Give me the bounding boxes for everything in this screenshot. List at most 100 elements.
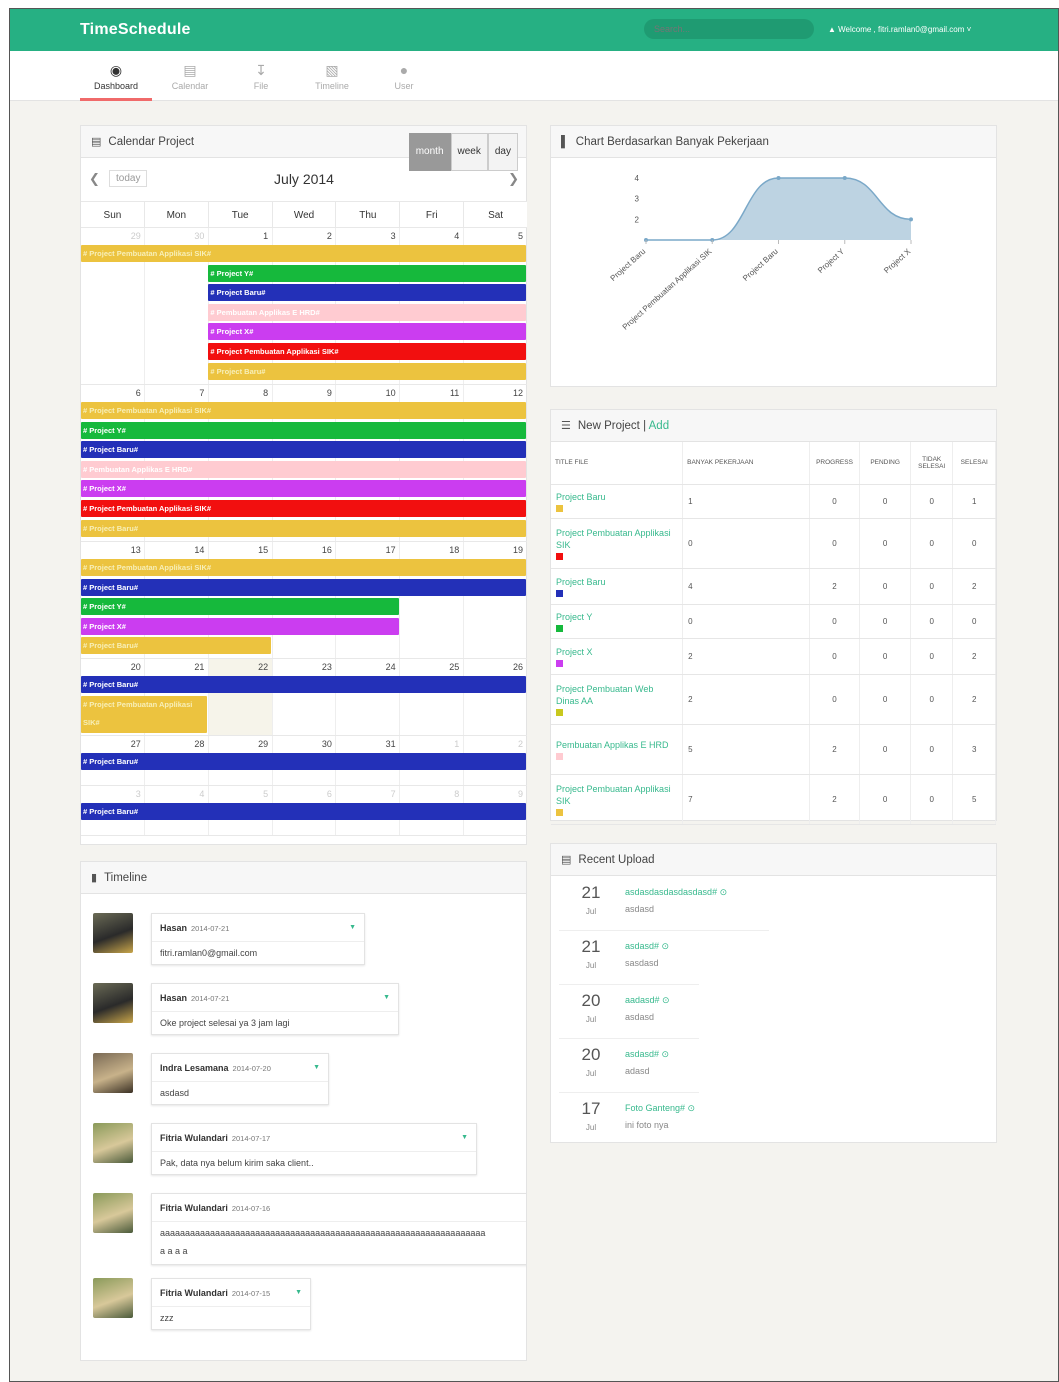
calendar-event[interactable]: # Project Y# (208, 264, 526, 282)
upload-day: 21 (581, 883, 601, 902)
upload-name-link[interactable]: asdasd# ⊙ (625, 941, 669, 952)
project-row[interactable]: Pembuatan Applikas E HRD 5 2 0 0 3 (551, 724, 996, 775)
calendar-event[interactable]: # Project Pembuatan Applikasi SIK# (81, 500, 526, 517)
chart-point[interactable] (842, 176, 847, 180)
timeline-card-header: Hasan 2014-07-21 ▼ (152, 914, 364, 942)
project-cell: 0 (809, 484, 861, 519)
project-title-link[interactable]: Project X (556, 647, 593, 657)
calendar-event[interactable]: # Project Y# (81, 421, 526, 439)
project-title-link[interactable]: Project Baru (556, 577, 606, 587)
upload-item[interactable]: 17 Jul Foto Ganteng# ⊙ ini foto nya (551, 1093, 991, 1147)
calendar-event[interactable]: # Project Baru# (208, 284, 526, 302)
chart-point[interactable] (909, 217, 913, 222)
project-title-cell[interactable]: Project Pembuatan Applikasi SIK (551, 774, 684, 825)
day-number: 7 (390, 789, 396, 799)
upload-name: Foto Ganteng# (625, 1103, 686, 1113)
add-project-link[interactable]: Add (649, 420, 669, 432)
next-month-button[interactable]: ❯ (508, 171, 519, 187)
calendar-event[interactable]: # Project Y# (81, 598, 399, 616)
project-cell: 0 (859, 674, 911, 725)
project-title-link[interactable]: Project Y (556, 612, 592, 622)
column-header[interactable]: TITLE FILE (551, 442, 684, 485)
project-title-link[interactable]: Project Pembuatan Applikasi SIK (556, 784, 671, 806)
chevron-down-icon[interactable]: ▼ (349, 914, 356, 942)
project-row[interactable]: Project Pembuatan Web Dinas AA 2 0 0 0 2 (551, 674, 996, 725)
project-title-link[interactable]: Project Pembuatan Applikasi SIK (556, 528, 671, 550)
brand-logo[interactable]: TimeSchedule (80, 21, 191, 39)
info-icon[interactable]: ⊙ (685, 1103, 696, 1113)
chart-point[interactable] (776, 176, 781, 180)
project-row[interactable]: Project Baru 1 0 0 0 1 (551, 484, 996, 519)
column-header[interactable]: PENDING (859, 442, 911, 485)
upload-name: asdasdasdasdasdasd# (625, 887, 718, 897)
calendar-event[interactable]: # Project Pembuatan Applikasi SIK# (81, 559, 526, 576)
user-menu[interactable]: ▲ Welcome , fitri.ramlan0@gmail.com ˅ (828, 25, 971, 34)
info-icon[interactable]: ⊙ (660, 995, 670, 1005)
project-title-link[interactable]: Pembuatan Applikas E HRD (556, 740, 669, 750)
day-number: 6 (326, 789, 332, 799)
project-title-cell[interactable]: Project Baru (551, 484, 684, 519)
calendar-event[interactable]: # Project Pembuatan Applikasi SIK# (81, 402, 526, 419)
calendar-event[interactable]: # Project Baru# (81, 637, 272, 655)
calendar-event[interactable]: # Project Pembuatan Applikasi SIK# (81, 245, 526, 262)
project-title-link[interactable]: Project Baru (556, 492, 606, 502)
calendar-event[interactable]: # Project Baru# (81, 441, 526, 459)
chevron-down-icon[interactable]: ▼ (461, 1124, 468, 1152)
calendar-event[interactable]: # Pembuatan Applikas E HRD# (208, 303, 526, 321)
chevron-down-icon[interactable]: ▼ (313, 1054, 320, 1082)
calendar-event[interactable]: # Project Baru# (81, 803, 526, 820)
upload-item[interactable]: 21 Jul asdasdasdasdasdasd# ⊙ asdasd (551, 877, 991, 931)
chevron-down-icon[interactable]: ▼ (383, 984, 390, 1012)
upload-item[interactable]: 21 Jul asdasd# ⊙ sasdasd (551, 931, 991, 985)
nav-calendar[interactable]: ▤ Calendar (154, 51, 226, 101)
calendar-event[interactable]: # Project Baru# (81, 753, 526, 770)
upload-name-link[interactable]: asdasd# ⊙ (625, 1049, 669, 1060)
project-row[interactable]: Project Pembuatan Applikasi SIK 0 0 0 0 0 (551, 518, 996, 569)
nav-timeline[interactable]: ▧ Timeline (296, 51, 368, 101)
calendar-event[interactable]: # Project Baru# (81, 676, 526, 693)
column-header[interactable]: SELESAI (952, 442, 996, 485)
project-title-link[interactable]: Project Pembuatan Web Dinas AA (556, 684, 653, 706)
info-icon[interactable]: ⊙ (659, 1049, 670, 1059)
project-title-cell[interactable]: Project X (551, 638, 684, 675)
project-title-cell[interactable]: Project Y (551, 604, 684, 639)
project-title-cell[interactable]: Project Baru (551, 568, 684, 605)
calendar-event[interactable]: # Project Pembuatan Applikasi SIK# (208, 343, 526, 360)
upload-item[interactable]: 20 Jul asdasd# ⊙ adasd (551, 1039, 991, 1093)
author-name: Fitria Wulandari (160, 1203, 228, 1213)
project-row[interactable]: Project Baru 4 2 0 0 2 (551, 568, 996, 605)
nav-dashboard[interactable]: ◉ Dashboard (80, 51, 152, 101)
calendar-event[interactable]: # Project Pembuatan Applikasi SIK# (81, 695, 208, 733)
project-title-cell[interactable]: Project Pembuatan Applikasi SIK (551, 518, 684, 569)
column-header[interactable]: TIDAK SELESAI (910, 442, 954, 485)
upload-name-link[interactable]: Foto Ganteng# ⊙ (625, 1103, 695, 1114)
search-input[interactable] (644, 19, 814, 39)
chevron-down-icon[interactable]: ▼ (295, 1279, 302, 1307)
project-row[interactable]: Project Y00000 (551, 604, 996, 639)
project-row[interactable]: Project X20002 (551, 638, 996, 675)
post-date: 2014-07-21 (191, 924, 230, 933)
week-row: 29 30 1 2 3 4 5 # Project Pembuatan Applikasi S… (81, 228, 527, 385)
nav-user[interactable]: ● User (368, 51, 440, 101)
upload-name-link[interactable]: asdasdasdasdasdasd# ⊙ (625, 887, 727, 898)
column-header[interactable]: PROGRESS (809, 442, 861, 485)
project-title-cell[interactable]: Pembuatan Applikas E HRD (551, 724, 684, 775)
day-number: 24 (385, 662, 396, 672)
info-icon[interactable]: ⊙ (717, 887, 728, 897)
info-icon[interactable]: ⊙ (659, 941, 670, 951)
calendar-event[interactable]: # Pembuatan Applikas E HRD# (81, 460, 526, 478)
calendar-event[interactable]: # Project Baru# (208, 362, 526, 380)
calendar-event[interactable]: # Project Baru# (81, 578, 526, 596)
calendar-event[interactable]: # Project X# (81, 480, 526, 498)
project-row[interactable]: Project Pembuatan Applikasi SIK 7 2 0 0 5 (551, 774, 996, 825)
column-header[interactable]: BANYAK PEKERJAAN (682, 442, 810, 485)
upload-name-link[interactable]: aadasd# ⊙ (625, 995, 670, 1006)
day-name: Fri (400, 202, 465, 227)
calendar-event[interactable]: # Project Baru# (81, 519, 526, 537)
project-title-cell[interactable]: Project Pembuatan Web Dinas AA (551, 674, 684, 725)
calendar-title: July 2014 (274, 171, 334, 187)
calendar-event[interactable]: # Project X# (81, 617, 399, 635)
upload-item[interactable]: 20 Jul aadasd# ⊙ asdasd (551, 985, 991, 1039)
calendar-event[interactable]: # Project X# (208, 323, 526, 341)
nav-file[interactable]: ↧ File (225, 51, 297, 101)
